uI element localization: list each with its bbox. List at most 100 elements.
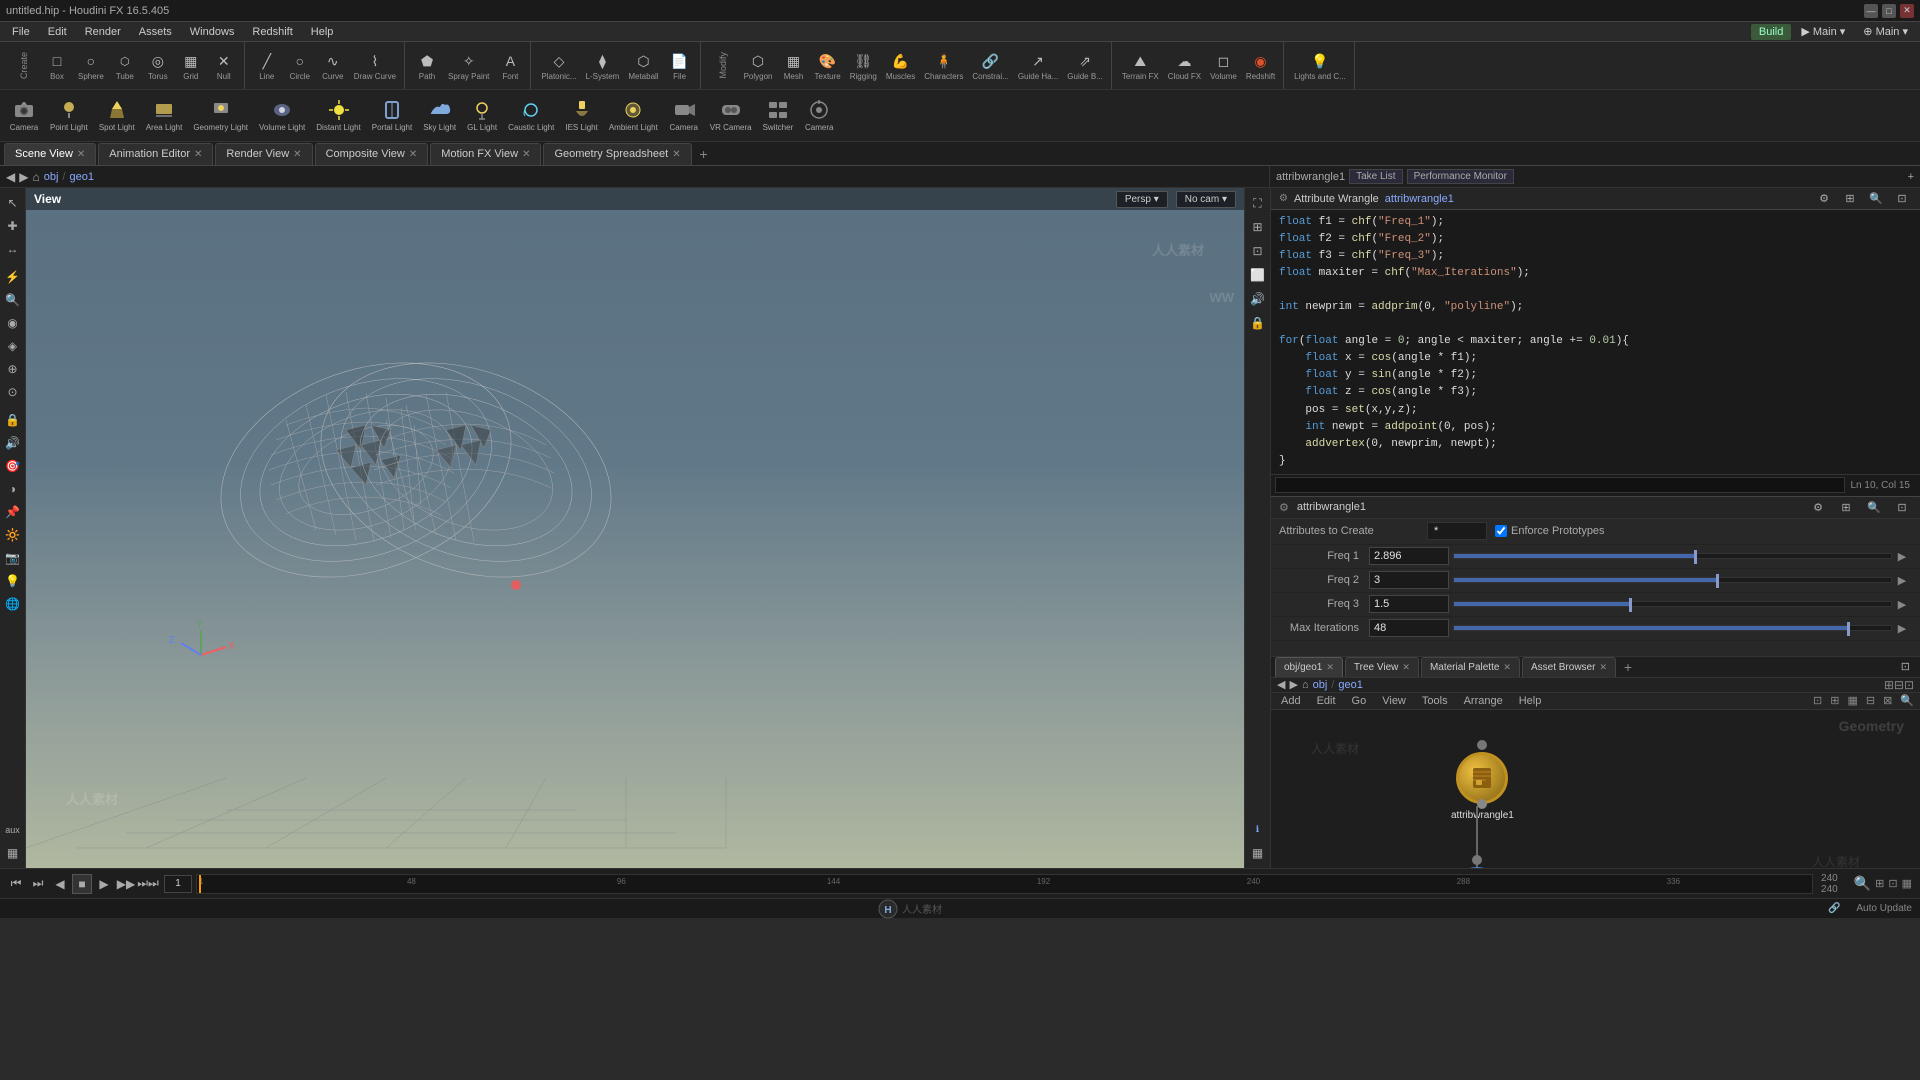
menu-redshift[interactable]: Redshift [244, 24, 300, 40]
node-tool-edit[interactable]: Edit [1313, 693, 1340, 709]
vpr-tool5[interactable]: 🔊 [1247, 288, 1269, 310]
guideb-btn[interactable]: ⇗Guide B... [1063, 45, 1107, 87]
node-tab-geo-close[interactable]: ✕ [1326, 662, 1334, 673]
camera-btn[interactable]: Camera [4, 93, 44, 139]
tl-zoom-out[interactable]: 🔍 [1854, 875, 1871, 892]
vpr-tool4[interactable]: ⬜ [1247, 264, 1269, 286]
freq1-input[interactable] [1369, 547, 1449, 565]
line-btn[interactable]: ╱Line [251, 45, 283, 87]
node-attribwrangle[interactable]: attribwrangle1 [1451, 740, 1514, 821]
code-search-btn[interactable]: 🔍 [1866, 189, 1886, 209]
vpr-tool2[interactable]: ⊞ [1247, 216, 1269, 238]
tab-scene-view[interactable]: Scene View ✕ [4, 143, 96, 165]
menu-help[interactable]: Help [303, 24, 342, 40]
tool5[interactable]: 🔍 [2, 289, 24, 311]
vrcamera-btn[interactable]: VR Camera [705, 93, 757, 139]
tool3[interactable]: ↔ [2, 238, 24, 260]
persp-dropdown[interactable]: Persp ▾ [1116, 191, 1168, 208]
code-gear-btn[interactable]: ⚙ [1814, 189, 1834, 209]
vpr-tool1[interactable]: ⛶ [1247, 192, 1269, 214]
node-nav-obj[interactable]: obj [1313, 679, 1328, 691]
tool6[interactable]: ◉ [2, 312, 24, 334]
node-tab-material-close[interactable]: ✕ [1503, 662, 1511, 673]
tab-motion-fx-close[interactable]: ✕ [522, 149, 530, 160]
tube-btn[interactable]: ⬡Tube [109, 45, 141, 87]
tool11[interactable]: 🔊 [2, 432, 24, 454]
freq1-slider[interactable] [1453, 553, 1892, 559]
node-tab-material[interactable]: Material Palette ✕ [1421, 657, 1520, 677]
tl-back-btn[interactable]: ◀ [50, 874, 70, 894]
path-btn[interactable]: ⬟Path [411, 45, 443, 87]
menu-render[interactable]: Render [77, 24, 129, 40]
camera2-btn[interactable]: Camera [664, 93, 704, 139]
tl-fwd-btn[interactable]: ▶▶ [116, 874, 136, 894]
spraypaint-btn[interactable]: ✧Spray Paint [444, 45, 493, 87]
constrain-btn[interactable]: 🔗Constrai... [968, 45, 1012, 87]
ieslight-btn[interactable]: IES Light [560, 93, 602, 139]
back-btn[interactable]: ◀ [6, 170, 15, 184]
tool9[interactable]: ⊙ [2, 381, 24, 403]
node-tb-icon4[interactable]: ⊟ [1866, 694, 1875, 707]
select-tool[interactable]: ↖ [2, 192, 24, 214]
tab-motion-fx[interactable]: Motion FX View ✕ [430, 143, 541, 165]
tab-render-view[interactable]: Render View ✕ [215, 143, 312, 165]
tab-composite-view[interactable]: Composite View ✕ [315, 143, 429, 165]
tab-composite-view-close[interactable]: ✕ [409, 149, 417, 160]
freq2-input[interactable] [1369, 571, 1449, 589]
tab-render-view-close[interactable]: ✕ [293, 149, 301, 160]
tool7[interactable]: ◈ [2, 335, 24, 357]
tool16[interactable]: 📷 [2, 547, 24, 569]
timeline-playhead[interactable] [199, 875, 201, 893]
geo1-path[interactable]: geo1 [69, 171, 93, 183]
node-tool-go[interactable]: Go [1348, 693, 1371, 709]
right-panel-plus[interactable]: + [1908, 171, 1914, 183]
tl-icon3[interactable]: ▦ [1902, 877, 1912, 890]
vpr-tool6[interactable]: 🔒 [1247, 312, 1269, 334]
params-expand[interactable]: ⊡ [1892, 497, 1912, 517]
null-btn[interactable]: ✕Null [208, 45, 240, 87]
terrainfx-btn[interactable]: ⛰Terrain FX [1118, 45, 1163, 87]
node-tool-arrange[interactable]: Arrange [1460, 693, 1507, 709]
font-btn[interactable]: AFont [494, 45, 526, 87]
menu-edit[interactable]: Edit [40, 24, 75, 40]
tool15[interactable]: 🔆 [2, 524, 24, 546]
minimize-button[interactable]: — [1864, 4, 1878, 18]
menu-build[interactable]: Build [1751, 24, 1791, 40]
enforce-checkbox[interactable] [1495, 525, 1507, 537]
node-tb-icon2[interactable]: ⊞ [1830, 694, 1839, 707]
node-canvas[interactable]: Geometry 人人素材 人人素材 [1271, 710, 1920, 868]
timeline-track[interactable]: 1 48 96 144 192 240 288 336 [196, 874, 1813, 894]
tl-icon1[interactable]: ⊞ [1875, 877, 1884, 890]
lightsc-btn[interactable]: 💡Lights and C... [1290, 45, 1350, 87]
redshift-btn[interactable]: ◉Redshift [1242, 45, 1279, 87]
code-layout-btn[interactable]: ⊞ [1840, 189, 1860, 209]
maxiter-expand[interactable]: ▶ [1892, 622, 1912, 635]
params-layout[interactable]: ⊞ [1836, 497, 1856, 517]
maximize-button[interactable]: □ [1882, 4, 1896, 18]
texture-btn[interactable]: 🎨Texture [811, 45, 845, 87]
causticlight-btn[interactable]: Caustic Light [503, 93, 559, 139]
maxiter-slider[interactable] [1453, 625, 1892, 631]
skylight-btn[interactable]: Sky Light [418, 93, 461, 139]
node-tab-assetbrowser[interactable]: Asset Browser ✕ [1522, 657, 1616, 677]
portallight-btn[interactable]: Portal Light [367, 93, 417, 139]
tl-prev-key-btn[interactable]: ⏭ [28, 874, 48, 894]
node-nav-geo1[interactable]: geo1 [1338, 679, 1362, 691]
add-tab-button[interactable]: + [694, 144, 714, 164]
tl-icon2[interactable]: ⊡ [1888, 877, 1897, 890]
node-tab-treeview[interactable]: Tree View ✕ [1345, 657, 1419, 677]
drawcurve-btn[interactable]: ⌇Draw Curve [350, 45, 400, 87]
params-search[interactable]: 🔍 [1864, 497, 1884, 517]
freq2-slider[interactable] [1453, 577, 1892, 583]
curve-btn[interactable]: ∿Curve [317, 45, 349, 87]
node-input-connector[interactable] [1477, 740, 1487, 750]
vpr-grid[interactable]: ▦ [1247, 842, 1269, 864]
grid-btn[interactable]: ▦Grid [175, 45, 207, 87]
node-nav-back[interactable]: ◀ [1277, 678, 1285, 691]
freq3-expand[interactable]: ▶ [1892, 598, 1912, 611]
characters-btn[interactable]: 🧍Characters [920, 45, 967, 87]
volume-btn[interactable]: ◻Volume [1206, 45, 1241, 87]
node-tab-asset-close[interactable]: ✕ [1599, 662, 1607, 673]
tool-grid[interactable]: ▦ [2, 842, 24, 864]
code-expand-btn[interactable]: ⊡ [1892, 189, 1912, 209]
